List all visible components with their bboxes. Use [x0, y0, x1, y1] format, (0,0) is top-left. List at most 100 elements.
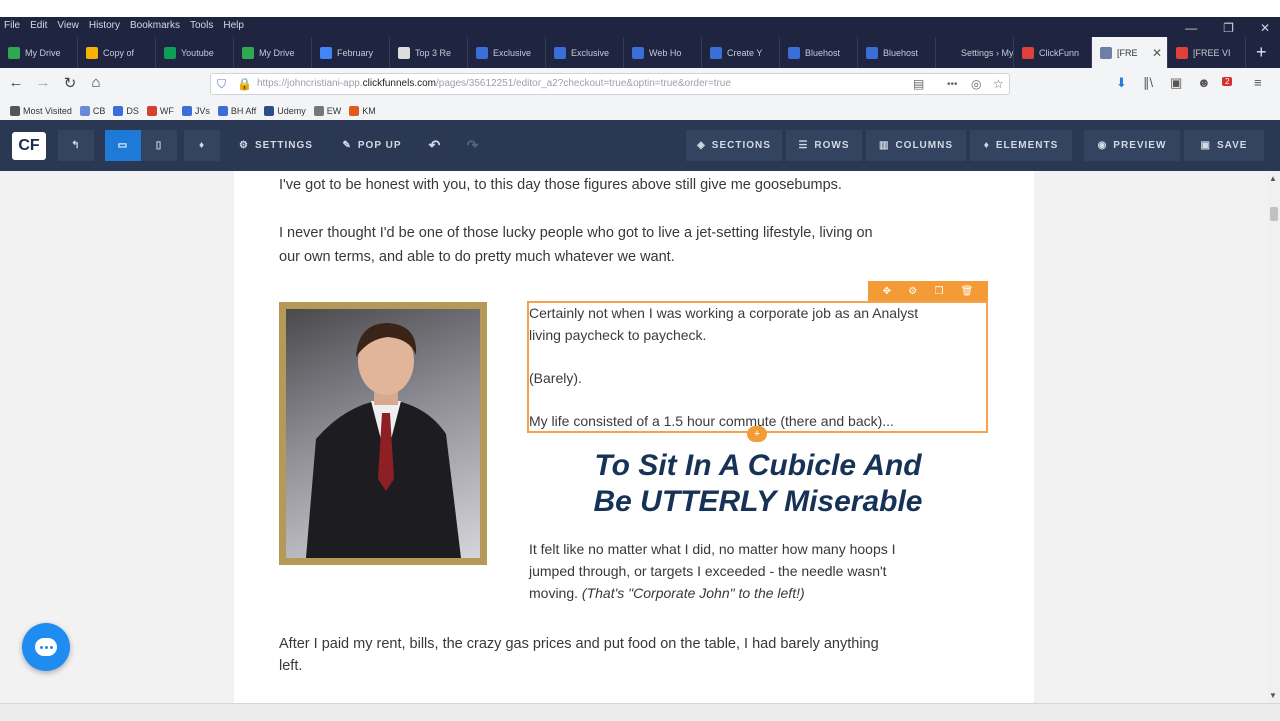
- bookmark-item[interactable]: EW: [313, 105, 341, 116]
- cubicle-headline[interactable]: To Sit In A Cubicle And Be UTTERLY Miser…: [528, 448, 988, 520]
- element-toolbar: ✥ ⚙ ❐ 🗑: [868, 281, 988, 301]
- menu-hamburger-icon[interactable]: ≡: [1254, 75, 1262, 90]
- menu-help[interactable]: Help: [223, 20, 244, 31]
- bookmark-item[interactable]: KM: [349, 105, 376, 116]
- paragraph-hoops-line3[interactable]: moving. (That's "Corporate John" to the …: [529, 582, 805, 604]
- library-icon[interactable]: ∥\: [1143, 75, 1153, 91]
- selected-text-line4[interactable]: My life consisted of a 1.5 hour commute …: [529, 410, 894, 432]
- close-window-button[interactable]: ✕: [1260, 21, 1270, 35]
- home-button[interactable]: ⌂: [86, 74, 106, 91]
- trash-icon[interactable]: 🗑: [961, 286, 974, 297]
- mobile-icon: ▯: [155, 140, 163, 151]
- popup-button[interactable]: ✎ POP UP: [332, 130, 412, 161]
- columns-button[interactable]: ▥ COLUMNS: [866, 130, 966, 161]
- tab-favicon-icon: [242, 46, 254, 59]
- bookmark-item[interactable]: Udemy: [264, 105, 306, 116]
- elements-button[interactable]: ♦ ELEMENTS: [970, 130, 1072, 161]
- lock-icon[interactable]: 🔒: [237, 77, 252, 91]
- browser-tab[interactable]: February: [312, 37, 390, 68]
- clickfunnels-logo-icon[interactable]: CF: [12, 132, 46, 160]
- preview-button[interactable]: ◉ PREVIEW: [1084, 130, 1180, 161]
- new-tab-button[interactable]: +: [1246, 37, 1267, 68]
- pin-button[interactable]: ♦: [184, 130, 220, 161]
- paragraph-jetsetting-line1[interactable]: I never thought I'd be one of those luck…: [279, 221, 873, 245]
- menu-view[interactable]: View: [57, 20, 79, 31]
- settings-button[interactable]: ⚙ SETTINGS: [226, 130, 326, 161]
- save-button[interactable]: ▣ SAVE: [1184, 130, 1264, 161]
- mobile-view-button[interactable]: ▯: [141, 130, 177, 161]
- scrollbar-thumb[interactable]: [1270, 207, 1278, 221]
- tab-label: [FREE VI: [1193, 47, 1231, 58]
- selected-text-line3[interactable]: (Barely).: [529, 367, 582, 389]
- bookmark-item[interactable]: CB: [79, 105, 105, 116]
- sidebar-icon[interactable]: ▣: [1170, 75, 1182, 91]
- add-element-handle-icon[interactable]: +: [747, 426, 767, 442]
- browser-tab[interactable]: ClickFunn: [1014, 37, 1092, 68]
- paragraph-goosebumps[interactable]: I've got to be honest with you, to this …: [279, 173, 842, 197]
- url-text[interactable]: https://johncristiani-app.clickfunnels.c…: [257, 78, 731, 89]
- chat-widget-button[interactable]: [22, 623, 70, 671]
- menu-bookmarks[interactable]: Bookmarks: [130, 20, 180, 31]
- browser-tab[interactable]: Exclusive: [546, 37, 624, 68]
- browser-tab[interactable]: Top 3 Re: [390, 37, 468, 68]
- page-scrollbar[interactable]: ▲ ▼: [1267, 171, 1280, 703]
- bookmark-star-icon[interactable]: ☆: [993, 77, 1004, 91]
- bookmark-item[interactable]: Most Visited: [10, 105, 72, 116]
- url-bar[interactable]: ⛉ 🔒 https://johncristiani-app.clickfunne…: [210, 73, 1010, 95]
- menu-tools[interactable]: Tools: [190, 20, 213, 31]
- selected-text-line2[interactable]: living paycheck to paycheck.: [529, 324, 706, 346]
- paragraph-hoops-line2[interactable]: jumped through, or targets I exceeded - …: [529, 560, 887, 582]
- paragraph-jetsetting-line2[interactable]: our own terms, and able to do pretty muc…: [279, 245, 675, 269]
- extension-badge-icon[interactable]: 2: [1222, 77, 1233, 86]
- browser-tab[interactable]: Bluehost: [858, 37, 936, 68]
- browser-tab[interactable]: My Drive: [0, 37, 78, 68]
- tab-close-icon[interactable]: ✕: [1152, 46, 1162, 60]
- browser-tab[interactable]: Web Ho: [624, 37, 702, 68]
- paragraph-rent-line2[interactable]: left.: [279, 654, 302, 678]
- tab-label: Create Y: [727, 47, 763, 58]
- exit-editor-button[interactable]: ↰: [58, 130, 94, 161]
- desktop-view-button[interactable]: ▭: [105, 130, 141, 161]
- browser-tab[interactable]: Copy of: [78, 37, 156, 68]
- scroll-up-icon[interactable]: ▲: [1269, 174, 1277, 183]
- page-actions-icon[interactable]: •••: [947, 79, 958, 90]
- maximize-button[interactable]: ❐: [1223, 21, 1234, 35]
- undo-button[interactable]: ↶: [420, 130, 450, 161]
- browser-tab[interactable]: Settings › My: [936, 37, 1014, 68]
- redo-button[interactable]: ↷: [458, 130, 488, 161]
- menu-history[interactable]: History: [89, 20, 120, 31]
- reader-view-icon[interactable]: ▤: [913, 77, 924, 91]
- browser-tab[interactable]: Create Y: [702, 37, 780, 68]
- corporate-john-photo[interactable]: [279, 302, 487, 565]
- browser-tab[interactable]: Youtube: [156, 37, 234, 68]
- browser-tab[interactable]: [FRE ✕: [1092, 37, 1168, 68]
- scroll-down-icon[interactable]: ▼: [1269, 691, 1277, 700]
- bookmark-item[interactable]: JVs: [181, 105, 210, 116]
- back-button[interactable]: ←: [6, 74, 26, 91]
- selected-text-line1[interactable]: Certainly not when I was working a corpo…: [529, 302, 918, 324]
- browser-tab[interactable]: [FREE VI: [1168, 37, 1246, 68]
- menu-edit[interactable]: Edit: [30, 20, 47, 31]
- shield-icon[interactable]: ⛉: [217, 77, 226, 92]
- account-icon[interactable]: ☻: [1197, 75, 1211, 90]
- bookmark-item[interactable]: WF: [146, 105, 174, 116]
- minimize-button[interactable]: —: [1185, 21, 1197, 35]
- menu-file[interactable]: File: [4, 20, 20, 31]
- paragraph-rent-line1[interactable]: After I paid my rent, bills, the crazy g…: [279, 632, 879, 656]
- move-icon[interactable]: ✥: [883, 286, 891, 297]
- duplicate-icon[interactable]: ❐: [934, 286, 943, 297]
- reload-button[interactable]: ↻: [60, 74, 80, 92]
- download-icon[interactable]: ⬇: [1116, 75, 1127, 91]
- paragraph-hoops-line1[interactable]: It felt like no matter what I did, no ma…: [529, 538, 896, 560]
- pocket-icon[interactable]: ◎: [971, 77, 981, 91]
- bookmark-item[interactable]: BH Aff: [217, 105, 256, 116]
- browser-tab[interactable]: Exclusive: [468, 37, 546, 68]
- browser-tab[interactable]: Bluehost: [780, 37, 858, 68]
- element-settings-icon[interactable]: ⚙: [908, 286, 917, 297]
- tab-favicon-icon: [1176, 46, 1188, 59]
- browser-tab[interactable]: My Drive: [234, 37, 312, 68]
- bookmark-item[interactable]: DS: [113, 105, 139, 116]
- sections-button[interactable]: ◈ SECTIONS: [686, 130, 782, 161]
- forward-button[interactable]: →: [33, 74, 53, 91]
- rows-button[interactable]: ☰ ROWS: [786, 130, 862, 161]
